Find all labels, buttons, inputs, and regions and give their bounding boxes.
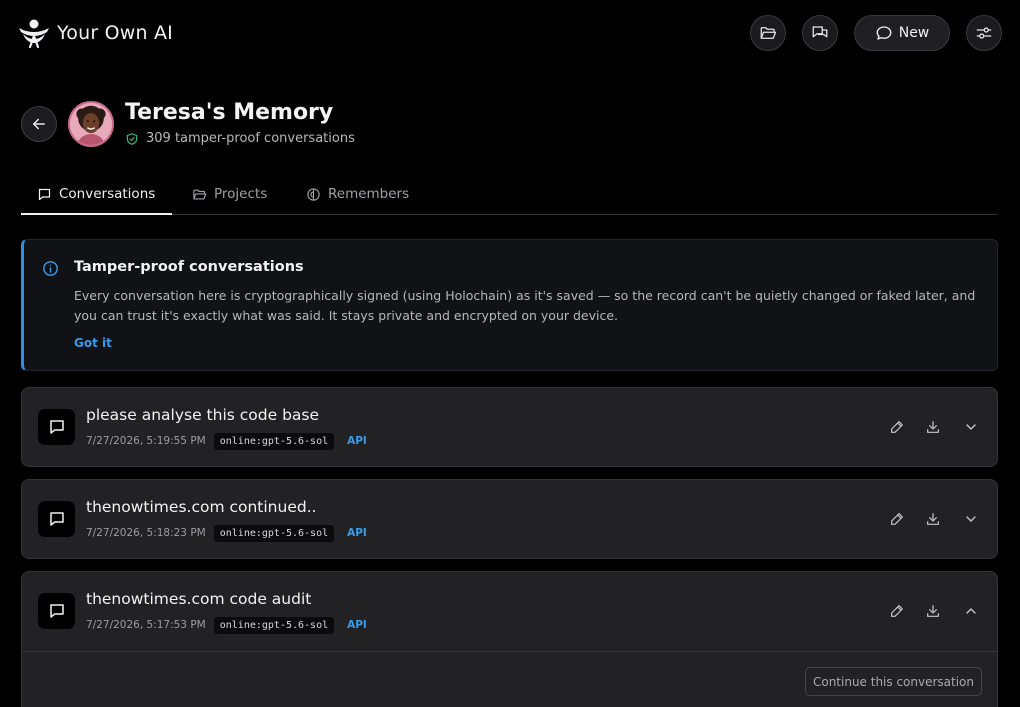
new-button-label: New xyxy=(898,25,930,41)
collapse-button[interactable] xyxy=(960,600,982,622)
folder-open-icon xyxy=(760,27,777,39)
chats-icon xyxy=(812,26,828,38)
card-divider xyxy=(22,651,997,652)
model-badge: online:gpt-5.6-sol xyxy=(213,432,335,450)
download-icon xyxy=(927,605,939,617)
notice-body: Every conversation here is cryptographic… xyxy=(74,288,976,323)
tamper-proof-notice: Tamper-proof conversations Every convers… xyxy=(21,239,998,371)
download-icon xyxy=(927,421,939,433)
rename-button[interactable] xyxy=(886,508,908,530)
message-square-icon xyxy=(49,420,64,434)
profile-header: Teresa's Memory 309 tamper-proof convers… xyxy=(21,100,1001,150)
tab-bar: Conversations Projects Remembers xyxy=(21,174,998,215)
chevron-down-icon xyxy=(966,424,976,430)
conversation-icon-box xyxy=(38,593,75,629)
conversation-card[interactable]: thenowtimes.com continued.. 7/27/2026, 5… xyxy=(21,479,998,559)
brand[interactable]: Your Own AI xyxy=(17,18,173,48)
conversation-icon-box xyxy=(38,501,75,537)
conversation-meta: 7/27/2026, 5:18:23 PM online:gpt-5.6-sol… xyxy=(86,523,367,543)
message-square-icon xyxy=(49,512,64,526)
avatar xyxy=(68,101,114,147)
expand-button[interactable] xyxy=(960,508,982,530)
source-badge: API xyxy=(347,619,367,631)
settings-button[interactable] xyxy=(966,15,1002,51)
conversation-icon-box xyxy=(38,409,75,445)
person-portrait-icon xyxy=(70,103,112,145)
dismiss-notice-link[interactable]: Got it xyxy=(74,336,112,350)
continue-conversation-button[interactable]: Continue this conversation xyxy=(805,667,982,696)
download-button[interactable] xyxy=(922,508,944,530)
conversation-meta: 7/27/2026, 5:17:53 PM online:gpt-5.6-sol… xyxy=(86,615,367,635)
sliders-icon xyxy=(976,27,992,39)
tab-remembers[interactable]: Remembers xyxy=(290,174,425,214)
download-button[interactable] xyxy=(922,600,944,622)
conversation-card-expanded[interactable]: thenowtimes.com code audit 7/27/2026, 5:… xyxy=(21,571,998,707)
message-square-icon xyxy=(49,604,64,618)
pencil-icon xyxy=(891,421,903,433)
conversations-button[interactable] xyxy=(802,15,838,51)
model-badge: online:gpt-5.6-sol xyxy=(213,616,335,634)
conversation-date: 7/27/2026, 5:17:53 PM xyxy=(86,619,206,631)
page-title: Teresa's Memory xyxy=(125,100,334,125)
top-bar: Your Own AI New xyxy=(0,0,1020,66)
conversation-date: 7/27/2026, 5:18:23 PM xyxy=(86,527,206,539)
conversation-count-label: 309 tamper-proof conversations xyxy=(146,131,355,146)
tab-projects[interactable]: Projects xyxy=(176,174,283,214)
new-conversation-button[interactable]: New xyxy=(854,15,950,51)
conversation-title: please analyse this code base xyxy=(86,406,320,424)
conversation-meta: 7/27/2026, 5:19:55 PM online:gpt-5.6-sol… xyxy=(86,431,367,451)
chevron-up-icon xyxy=(966,608,976,614)
tab-label: Conversations xyxy=(59,186,156,202)
rename-button[interactable] xyxy=(886,416,908,438)
arrow-left-icon xyxy=(33,118,45,130)
back-button[interactable] xyxy=(21,106,57,142)
info-icon xyxy=(43,261,58,276)
expand-button[interactable] xyxy=(960,416,982,438)
chevron-down-icon xyxy=(966,516,976,522)
download-button[interactable] xyxy=(922,416,944,438)
logo-icon xyxy=(19,19,49,48)
pencil-icon xyxy=(891,513,903,525)
brain-icon xyxy=(307,187,320,201)
shield-check-icon xyxy=(126,132,138,145)
pencil-icon xyxy=(891,605,903,617)
tab-conversations[interactable]: Conversations xyxy=(21,174,172,215)
conversation-title: thenowtimes.com code audit xyxy=(86,590,312,608)
conversation-title: thenowtimes.com continued.. xyxy=(86,498,317,516)
notice-title: Tamper-proof conversations xyxy=(74,259,304,275)
rename-button[interactable] xyxy=(886,600,908,622)
download-icon xyxy=(927,513,939,525)
model-badge: online:gpt-5.6-sol xyxy=(213,524,335,542)
conversation-date: 7/27/2026, 5:19:55 PM xyxy=(86,435,206,447)
conversation-card[interactable]: please analyse this code base 7/27/2026,… xyxy=(21,387,998,467)
conversation-count: 309 tamper-proof conversations xyxy=(125,131,355,146)
message-square-icon xyxy=(38,188,51,200)
app-name: Your Own AI xyxy=(57,22,173,44)
projects-button[interactable] xyxy=(750,15,786,51)
folder-icon xyxy=(193,189,207,199)
tab-label: Remembers xyxy=(328,186,410,202)
chat-bubble-icon xyxy=(876,26,892,40)
source-badge: API xyxy=(347,527,367,539)
tab-label: Projects xyxy=(214,186,268,202)
source-badge: API xyxy=(347,435,367,447)
